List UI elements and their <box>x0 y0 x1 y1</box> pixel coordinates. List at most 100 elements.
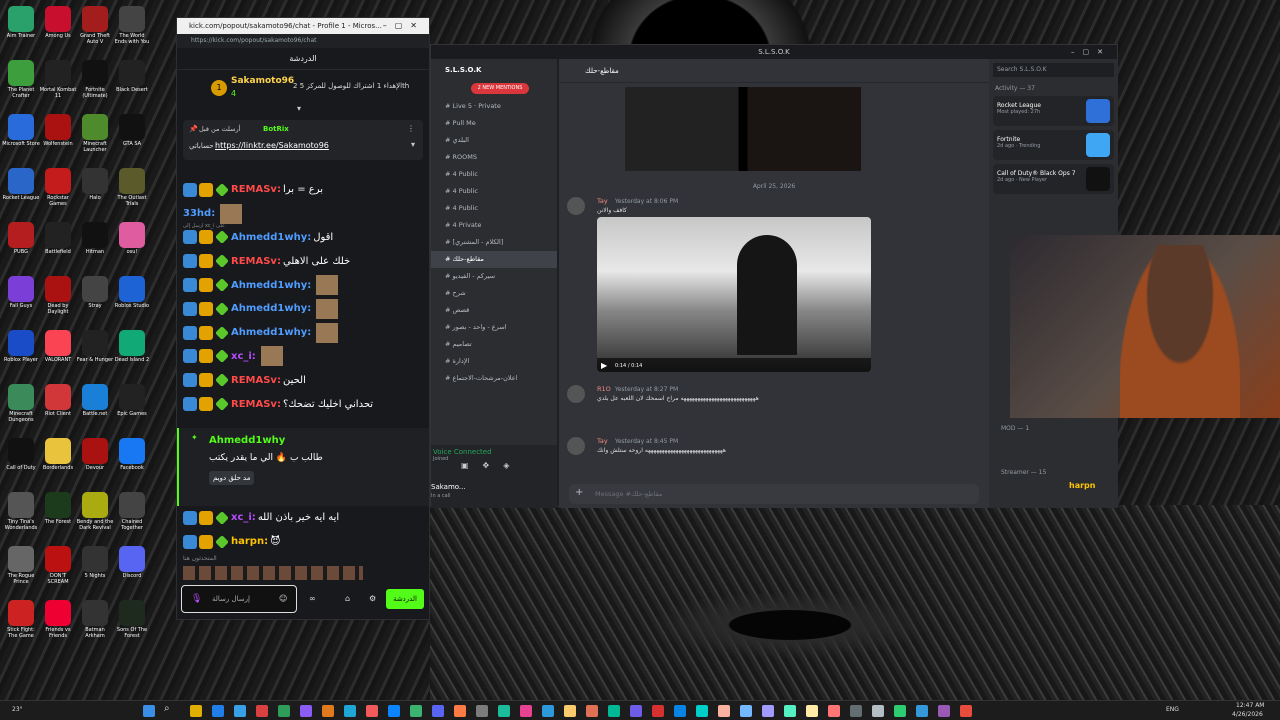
desktop-icon[interactable]: Battle.net <box>76 382 114 430</box>
taskbar-app-icon[interactable] <box>212 705 224 717</box>
taskbar-app-icon[interactable] <box>542 705 554 717</box>
taskbar-app-icon[interactable] <box>652 705 664 717</box>
taskbar-app-icon[interactable] <box>740 705 752 717</box>
channel-item[interactable]: # Live 5 · Private <box>431 98 557 115</box>
chat-username[interactable]: Ahmedd1why: <box>231 327 311 338</box>
settings-icon[interactable]: ⚙ <box>369 594 376 603</box>
window-controls[interactable]: –▢✕ <box>1071 45 1111 59</box>
channel-item[interactable]: # قصص <box>431 302 557 319</box>
language[interactable]: ENG <box>1166 706 1179 713</box>
store-icon[interactable]: ⌂ <box>345 594 350 603</box>
channel-item[interactable]: # مقاطع-حلك <box>431 251 557 268</box>
clock-time[interactable]: 12:47 AM <box>1236 702 1264 709</box>
discord-titlebar[interactable]: S.L.S.O.K –▢✕ <box>431 45 1117 59</box>
voice-status[interactable]: Voice Connected <box>431 445 557 456</box>
chatters-row[interactable] <box>183 566 363 580</box>
taskbar-app-icon[interactable] <box>410 705 422 717</box>
add-icon[interactable]: + <box>575 487 583 498</box>
taskbar-app-icon[interactable] <box>696 705 708 717</box>
avatar[interactable] <box>567 437 585 455</box>
channel-item[interactable]: # ROOMS <box>431 149 557 166</box>
desktop-icon[interactable]: Roblox Player <box>2 328 40 376</box>
pinned-message[interactable]: 📌 أرسلت من قبل BotRix حساباتي https://li… <box>183 120 423 160</box>
address-bar[interactable]: https://kick.com/popout/sakamoto96/chat <box>177 34 429 48</box>
desktop-icon[interactable]: Among Us <box>39 4 77 52</box>
channel-item[interactable]: # Pull Me <box>431 115 557 132</box>
chat-username[interactable]: Ahmedd1why: <box>231 280 311 291</box>
chat-username[interactable]: Ahmedd1why: <box>231 232 311 243</box>
chat-username[interactable]: REMASv: <box>231 256 281 267</box>
taskbar-app-icon[interactable] <box>454 705 466 717</box>
highlight-user[interactable]: Ahmedd1why <box>209 435 285 446</box>
channel-item[interactable]: # البلدي <box>431 132 557 149</box>
taskbar-app-icon[interactable] <box>256 705 268 717</box>
desktop-icon[interactable]: Borderlands <box>39 436 77 484</box>
weather[interactable]: 23° <box>12 706 23 713</box>
avatar[interactable] <box>567 197 585 215</box>
chat-username[interactable]: xc_i: <box>231 512 256 523</box>
desktop-icon[interactable]: Aim Trainer <box>2 4 40 52</box>
desktop-icon[interactable]: Batman Arkham <box>76 598 114 646</box>
taskbar-app-icon[interactable] <box>190 705 202 717</box>
taskbar-app-icon[interactable] <box>564 705 576 717</box>
chat-username[interactable]: harpn: <box>231 536 268 547</box>
more-icon[interactable]: ⋮ <box>407 124 415 133</box>
desktop-icon[interactable]: Stray <box>76 274 114 322</box>
desktop-icon[interactable]: Microsoft Store <box>2 112 40 160</box>
activity-card[interactable]: Call of Duty® Black Ops 7 2d ago · New Pl… <box>993 164 1114 194</box>
channel-item[interactable]: # اسرع - واحد - بصور <box>431 319 557 336</box>
desktop-icon[interactable]: DON'T SCREAM <box>39 544 77 592</box>
prior-images[interactable] <box>625 87 861 171</box>
desktop-icon[interactable]: Black Desert <box>113 58 151 106</box>
desktop-icon[interactable]: The Planet Crafter <box>2 58 40 106</box>
desktop-icon[interactable]: 5 Nights <box>76 544 114 592</box>
emoji-icon[interactable]: ☺ <box>279 594 287 603</box>
activity-card[interactable]: Fortnite 2d ago · Trending <box>993 130 1114 160</box>
send-chat-button[interactable]: الدردشة <box>386 589 424 609</box>
taskbar-app-icon[interactable] <box>608 705 620 717</box>
pinned-link[interactable]: https://linktr.ee/Sakamoto96 <box>215 141 329 150</box>
username[interactable]: Sakamo... <box>431 483 466 491</box>
chat-username[interactable]: REMASv: <box>231 375 281 386</box>
message-author[interactable]: R1O <box>597 385 611 393</box>
chat-username[interactable]: xc_i: <box>231 351 256 362</box>
desktop-icon[interactable]: Wolfenstein <box>39 112 77 160</box>
chat-username[interactable]: REMASv: <box>231 399 281 410</box>
start-button[interactable] <box>143 705 155 717</box>
desktop-icon[interactable]: Discord <box>113 544 151 592</box>
window-controls[interactable]: –▢✕ <box>383 18 425 34</box>
activity-card[interactable]: Rocket League Most played: 27h <box>993 96 1114 126</box>
desktop-icon[interactable]: Mortal Kombat 11 <box>39 58 77 106</box>
desktop-icon[interactable]: osu! <box>113 220 151 268</box>
new-mentions-badge[interactable]: 2 NEW MENTIONS <box>471 83 529 94</box>
chat-username[interactable]: 33hd: <box>183 208 215 219</box>
streamer-name[interactable]: harpn <box>1069 481 1095 490</box>
desktop-icon[interactable]: GTA SA <box>113 112 151 160</box>
kick-titlebar[interactable]: kick.com/popout/sakamoto96/chat - Profil… <box>177 18 429 34</box>
desktop-icon[interactable]: Call of Duty <box>2 436 40 484</box>
desktop-icon[interactable]: Bendy and the Dark Revival <box>76 490 114 538</box>
collapse-icon[interactable]: ▾ <box>297 104 301 113</box>
taskbar-app-icon[interactable] <box>388 705 400 717</box>
channel-item[interactable]: # الإدارة <box>431 353 557 370</box>
taskbar-app-icon[interactable] <box>476 705 488 717</box>
channel-item[interactable]: # تصاميم <box>431 336 557 353</box>
desktop-icon[interactable]: The Rogue Prince <box>2 544 40 592</box>
taskbar-app-icon[interactable] <box>322 705 334 717</box>
desktop-icon[interactable]: Battlefield <box>39 220 77 268</box>
channel-item[interactable]: # 4 Public <box>431 166 557 183</box>
desktop-icon[interactable]: The World Ends with You <box>113 4 151 52</box>
desktop-icon[interactable]: Halo <box>76 166 114 214</box>
taskbar-app-icon[interactable] <box>344 705 356 717</box>
avatar[interactable] <box>567 385 585 403</box>
taskbar-app-icon[interactable] <box>894 705 906 717</box>
desktop-icon[interactable]: Riot Client <box>39 382 77 430</box>
taskbar-app-icon[interactable] <box>938 705 950 717</box>
server-name[interactable]: S.L.S.O.K <box>431 59 557 81</box>
video-attachment[interactable]: ▶ 0:14 / 0:14 <box>597 217 871 372</box>
expand-icon[interactable]: ▾ <box>411 140 415 149</box>
taskbar-app-icon[interactable] <box>432 705 444 717</box>
search-input[interactable]: Search S.L.S.O.K <box>993 63 1114 77</box>
taskbar-app-icon[interactable] <box>872 705 884 717</box>
desktop-icon[interactable]: PUBG <box>2 220 40 268</box>
